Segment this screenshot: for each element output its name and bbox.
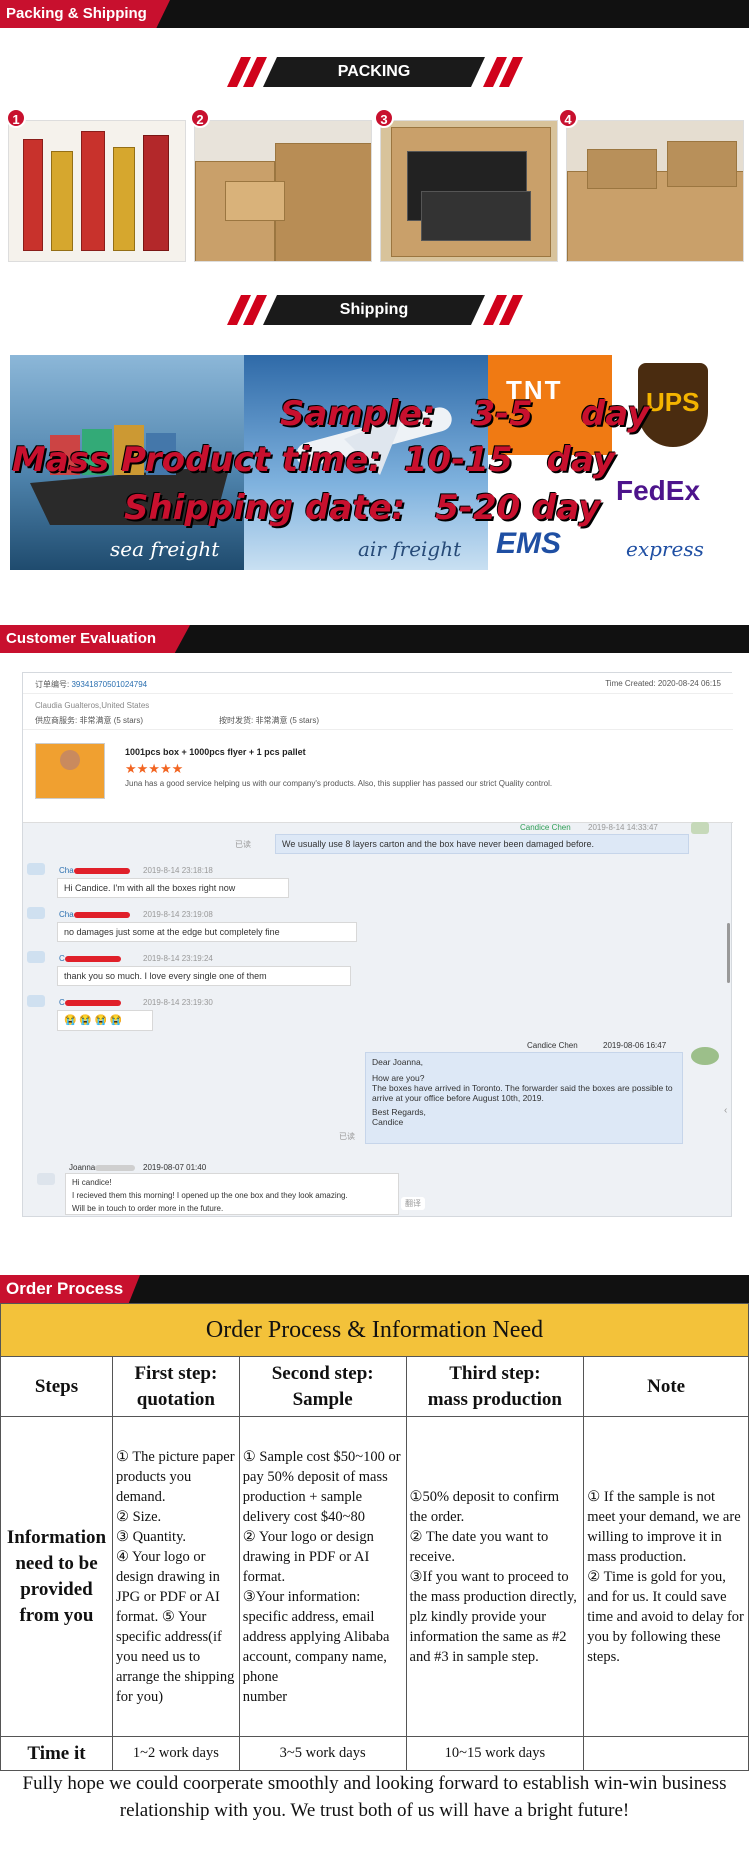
avatar xyxy=(691,822,709,834)
packing-photo-3 xyxy=(380,120,558,262)
review-text: Juna has a good service helping us with … xyxy=(125,779,553,788)
section-title: Packing & Shipping xyxy=(6,5,147,22)
chevron-left-icon[interactable]: ‹ xyxy=(724,1105,732,1117)
chat-sender-name: C xyxy=(59,954,121,963)
shipping-banner: Shipping xyxy=(227,295,523,325)
read-receipt: 已读 xyxy=(339,1132,355,1141)
avatar xyxy=(27,995,45,1007)
service-rating: 供应商服务: 非常满意 (5 stars) xyxy=(35,716,144,725)
chat-scrollbar[interactable] xyxy=(727,923,730,983)
read-receipt: 已读 xyxy=(235,840,251,849)
avatar xyxy=(37,1173,55,1185)
closing-message: Fully hope we could coorperate smoothly … xyxy=(22,1773,727,1821)
shipping-banner-label: Shipping xyxy=(339,301,409,318)
row-label-information: Information need to be provided from you xyxy=(0,1416,113,1737)
step-badge-2: 2 xyxy=(190,108,210,128)
cell-time-first: 1~2 work days xyxy=(111,1736,240,1771)
step-badge-3: 3 xyxy=(374,108,394,128)
email-message: Hi candice! I recieved them this morning… xyxy=(65,1173,399,1215)
packing-photo-2 xyxy=(194,120,372,262)
time-created: Time Created: 2020-08-24 06:15 xyxy=(605,679,721,688)
avatar xyxy=(27,907,45,919)
fedex-logo: FedEx xyxy=(616,475,701,506)
table-title: Order Process & Information Need xyxy=(0,1303,749,1357)
chat-timestamp: 2019-8-14 23:18:18 xyxy=(143,866,213,875)
email-sender-name: Candice Chen xyxy=(527,1041,578,1050)
cell-time-note xyxy=(583,1736,749,1771)
cell-time-second: 3~5 work days xyxy=(238,1736,407,1771)
packing-photo-4 xyxy=(566,120,744,262)
cell-first-step-info: ① The picture paper products you demand.… xyxy=(111,1416,240,1737)
review-stars: ★★★★★ xyxy=(125,761,184,776)
order-process-table: Order Process & Information Need Steps F… xyxy=(0,1303,749,1771)
header-first-step: First step: quotation xyxy=(111,1356,240,1417)
ems-row: EMS express xyxy=(488,523,738,570)
step-badge-1: 1 xyxy=(6,108,26,128)
chat-message: thank you so much. I love every single o… xyxy=(57,966,351,986)
avatar xyxy=(691,1047,719,1065)
packing-banner-label: PACKING xyxy=(337,63,411,80)
ems-logo: EMS xyxy=(496,527,562,560)
cell-time-third: 10~15 work days xyxy=(405,1736,585,1771)
cell-note-info: ① If the sample is not meet your demand,… xyxy=(583,1416,749,1737)
header-steps: Steps xyxy=(0,1356,113,1417)
chat-timestamp: 2019-8-14 14:33:47 xyxy=(588,823,658,832)
section-header-customer-evaluation: Customer Evaluation xyxy=(0,625,749,653)
header-third-step: Third step: mass production xyxy=(405,1356,585,1417)
product-summary: 1001pcs box + 1000pcs flyer + 1 pcs pall… xyxy=(125,747,306,757)
delivery-rating: 按时发货: 非常满意 (5 stars) xyxy=(219,716,320,725)
chat-message: We usually use 8 layers carton and the b… xyxy=(275,834,689,854)
row-label-time: Time it xyxy=(0,1736,113,1771)
chat-timestamp: 2019-8-14 23:19:24 xyxy=(143,954,213,963)
avatar xyxy=(27,863,45,875)
packing-banner: PACKING xyxy=(227,57,523,87)
avatar xyxy=(27,951,45,963)
chat-timestamp: 2019-8-14 23:19:08 xyxy=(143,910,213,919)
express-caption: express xyxy=(626,537,704,561)
chat-sender-name: Candice Chen xyxy=(520,823,571,832)
step-badge-4: 4 xyxy=(558,108,578,128)
header-second-step: Second step: Sample xyxy=(238,1356,407,1417)
email-timestamp: 2019-08-06 16:47 xyxy=(603,1041,667,1050)
sample-time-text: Sample: 3-5 day xyxy=(280,394,650,434)
section-header-order-process: Order Process xyxy=(0,1275,749,1303)
chat-message: no damages just some at the edge but com… xyxy=(57,922,357,942)
chat-sender-name: Cha xyxy=(59,910,130,919)
chat-timestamp: 2019-8-14 23:19:30 xyxy=(143,998,213,1007)
shipping-date-text: Shipping date: 5-20 day xyxy=(124,488,601,528)
header-note: Note xyxy=(583,1356,749,1417)
customer-evaluation-panel: 订单编号: 39341870501024794 Time Created: 20… xyxy=(22,672,733,1217)
order-number: 订单编号: 39341870501024794 xyxy=(35,680,148,689)
chat-message: Hi Candice. I'm with all the boxes right… xyxy=(57,878,289,898)
sea-freight-caption: sea freight xyxy=(110,537,220,561)
order-review-card: 订单编号: 39341870501024794 Time Created: 20… xyxy=(23,673,733,823)
cell-third-step-info: ①50% deposit to confirm the order. ② The… xyxy=(405,1416,585,1737)
chat-message: 😭 😭 😭 😭 xyxy=(57,1010,153,1031)
section-title: Customer Evaluation xyxy=(6,630,157,647)
air-freight-caption: air freight xyxy=(358,537,462,561)
email-timestamp: 2019-08-07 01:40 xyxy=(143,1163,207,1172)
reviewer-photo xyxy=(35,743,105,799)
cell-second-step-info: ① Sample cost $50~100 or pay 50% deposit… xyxy=(238,1416,407,1737)
translate-button[interactable]: 翻译 xyxy=(401,1197,425,1210)
section-title: Order Process xyxy=(6,1279,124,1298)
email-sender-name: Joanna xyxy=(69,1163,136,1172)
chat-sender-name: Cha xyxy=(59,866,130,875)
email-message: Dear Joanna, How are you? The boxes have… xyxy=(365,1052,683,1144)
chat-sender-name: C xyxy=(59,998,121,1007)
customer-location: Claudia Gualteros,United States xyxy=(35,701,150,710)
mass-production-time-text: Mass Product time: 10-15 day xyxy=(12,440,616,480)
packing-photo-1 xyxy=(8,120,186,262)
section-header-packing-shipping: Packing & Shipping xyxy=(0,0,749,28)
